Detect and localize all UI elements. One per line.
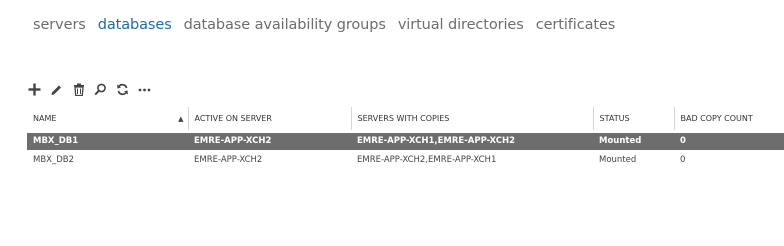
sort-ascending-icon: ▲	[178, 115, 184, 123]
column-header-status[interactable]: STATUS	[593, 107, 675, 132]
tab-certificates[interactable]: certificates	[536, 17, 616, 39]
cell-servers-with-copies: EMRE-APP-XCH1,EMRE-APP-XCH2	[351, 129, 593, 150]
column-header-servers-with-copies[interactable]: SERVERS WITH COPIES	[351, 107, 594, 132]
column-header-name-label: NAME	[33, 113, 57, 123]
cell-status: Mounted	[599, 154, 637, 165]
pencil-icon[interactable]	[49, 81, 64, 97]
table-header-row: NAME ▲ ACTIVE ON SERVER SERVERS WITH COPI…	[27, 107, 784, 132]
cell-active-on-server: EMRE-APP-XCH2	[188, 129, 351, 150]
table-row[interactable]: MBX_DB1 EMRE-APP-XCH2 EMRE-APP-XCH1,EMRE…	[27, 129, 784, 150]
cell-bad-copy-count: 0	[674, 129, 784, 150]
tab-database-availability-groups[interactable]: database availability groups	[184, 17, 386, 39]
search-icon[interactable]	[93, 81, 108, 97]
refresh-icon[interactable]	[115, 81, 130, 97]
plus-icon[interactable]	[27, 81, 42, 97]
cell-status: Mounted	[593, 129, 674, 150]
toolbar	[27, 80, 152, 98]
tab-virtual-directories[interactable]: virtual directories	[398, 17, 524, 39]
tab-databases[interactable]: databases	[98, 17, 172, 39]
cell-bad-copy-count: 0	[680, 154, 686, 165]
cell-servers-with-copies: EMRE-APP-XCH2,EMRE-APP-XCH1	[357, 154, 497, 165]
databases-table: NAME ▲ ACTIVE ON SERVER SERVERS WITH COPI…	[27, 107, 784, 169]
column-header-active-on-server[interactable]: ACTIVE ON SERVER	[188, 107, 352, 132]
cell-name: MBX_DB1	[27, 129, 188, 150]
table-row[interactable]: MBX_DB2 EMRE-APP-XCH2 EMRE-APP-XCH2,EMRE…	[27, 150, 784, 169]
trash-icon[interactable]	[71, 81, 86, 97]
more-icon[interactable]	[137, 81, 152, 97]
cell-name: MBX_DB2	[33, 154, 75, 165]
nav-tabs: servers databases database availability …	[33, 17, 627, 39]
column-header-bad-copy-count[interactable]: BAD COPY COUNT	[674, 107, 784, 132]
column-header-name[interactable]: NAME ▲	[27, 107, 189, 132]
tab-servers[interactable]: servers	[33, 17, 86, 39]
cell-active-on-server: EMRE-APP-XCH2	[194, 154, 263, 165]
